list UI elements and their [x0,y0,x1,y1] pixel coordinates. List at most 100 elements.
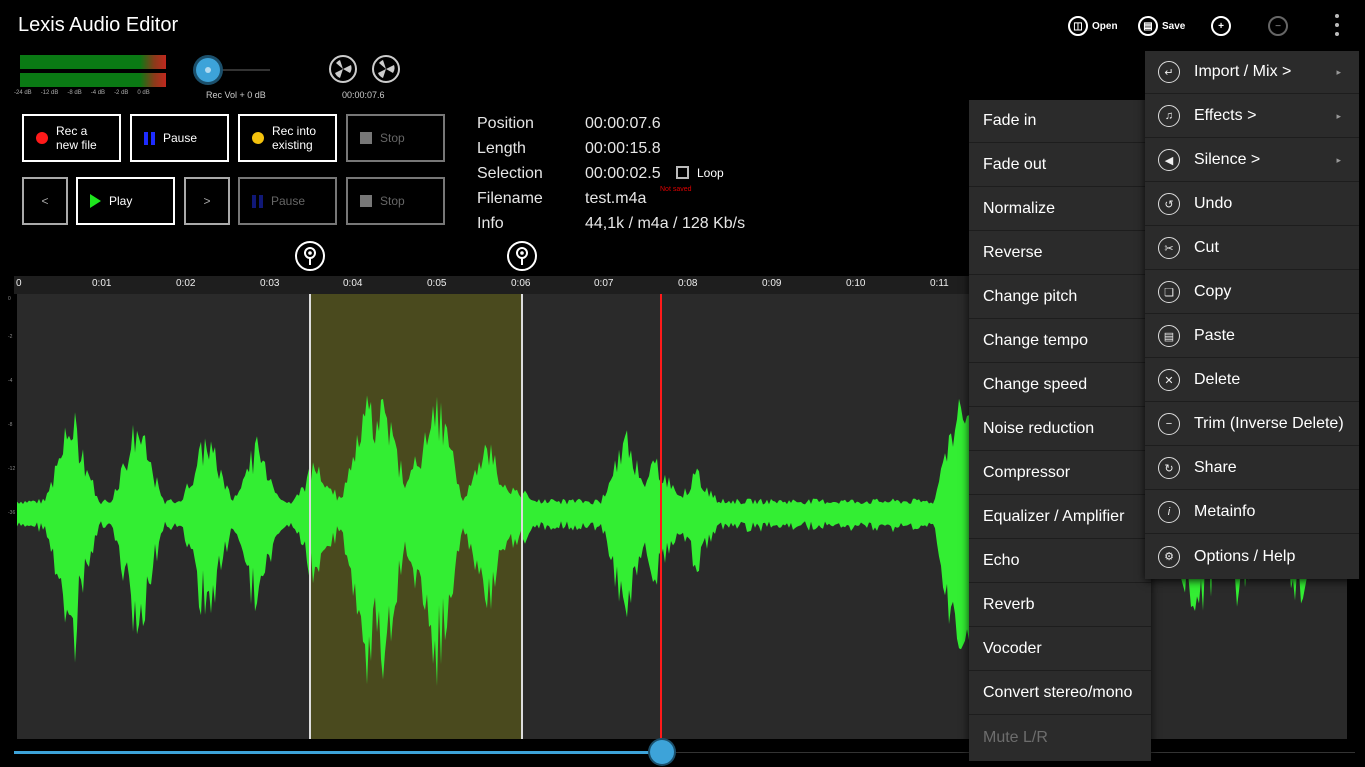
scroll-thumb[interactable] [650,740,674,764]
menu-item-label: Paste [1194,327,1235,344]
time-tick: 0:02 [176,278,196,289]
loop-label: Loop [697,166,724,180]
selection-start-marker[interactable] [295,241,325,271]
previous-button[interactable]: < [22,177,68,225]
menu-item-normalize[interactable]: Normalize [969,188,1151,231]
rec-existing-label: Rec into existing [272,124,317,152]
zoom-in-button[interactable]: + [1211,13,1231,39]
menu-item-share[interactable]: ↻ Share [1145,447,1359,490]
menu-item-copy[interactable]: ❏ Copy [1145,271,1359,314]
menu-item-reverse[interactable]: Reverse [969,232,1151,275]
gear-icon: ⚙ [1158,545,1180,568]
menu-item-convert-stereo-mono[interactable]: Convert stereo/mono [969,672,1151,715]
play-label: Play [109,194,133,208]
save-icon: ▤ [1138,16,1158,36]
menu-item-equalizer[interactable]: Equalizer / Amplifier [969,496,1151,539]
rec-into-existing-button[interactable]: Rec into existing [238,114,337,162]
share-icon: ↻ [1158,457,1180,479]
menu-item-import-mix[interactable]: ↵ Import / Mix > ▸ [1145,51,1359,94]
menu-item-metainfo[interactable]: i Metainfo [1145,491,1359,534]
stop-record-button[interactable]: Stop [346,114,445,162]
overflow-menu-icon[interactable] [1330,14,1344,36]
trim-icon: − [1158,413,1180,435]
tape-reel-icon [372,55,400,83]
menu-item-cut[interactable]: ✂ Cut [1145,227,1359,270]
loop-checkbox[interactable] [676,166,689,179]
time-tick: 0:07 [594,278,614,289]
db-axis-label: -2 [8,334,13,340]
submenu-arrow-icon: ▸ [1336,66,1341,77]
time-tick: 0:01 [92,278,112,289]
delete-icon: ✕ [1158,369,1180,391]
db-axis-label: -4 [8,378,13,384]
zoom-out-button[interactable]: − [1268,13,1288,39]
menu-item-label: Cut [1194,239,1219,256]
menu-item-label: Metainfo [1194,503,1256,520]
position-label: Position [477,115,534,132]
db-axis-label: -36 [8,510,16,516]
menu-item-label: Effects > [1194,107,1257,124]
rec-new-file-button[interactable]: Rec a new file [22,114,121,162]
menu-item-options-help[interactable]: ⚙ Options / Help [1145,535,1359,578]
length-label: Length [477,140,526,157]
menu-item-mute-lr[interactable]: Mute L/R [969,716,1151,759]
selection-start-line [309,294,311,739]
db-axis-label: -12 [8,466,16,472]
time-tick: 0 [16,278,22,289]
time-tick: 0:10 [846,278,866,289]
menu-item-reverb[interactable]: Reverb [969,584,1151,627]
play-button[interactable]: Play [76,177,175,225]
menu-item-fade-out[interactable]: Fade out [969,144,1151,187]
pause-record-button[interactable]: Pause [130,114,229,162]
pause-play-button[interactable]: Pause [238,177,337,225]
effects-submenu: Fade in Fade out Normalize Reverse Chang… [969,100,1151,761]
cut-icon: ✂ [1158,237,1180,259]
import-icon: ↵ [1158,61,1180,83]
menu-item-silence[interactable]: ◀ Silence > ▸ [1145,139,1359,182]
time-tick: 0:06 [511,278,531,289]
menu-item-paste[interactable]: ▤ Paste [1145,315,1359,358]
menu-item-effects[interactable]: ♫ Effects > ▸ [1145,95,1359,138]
menu-item-undo[interactable]: ↺ Undo [1145,183,1359,226]
db-scale-label: -8 dB [67,90,82,96]
open-button[interactable]: ◫ Open [1068,13,1118,39]
filename-value: test.m4a [585,190,647,207]
pause-play-label: Pause [271,194,306,208]
stop-play-button[interactable]: Stop [346,177,445,225]
stop-play-label: Stop [380,194,405,208]
db-scale: -24 dB -12 dB -8 dB -4 dB -2 dB 0 dB [14,90,150,96]
menu-item-noise-reduction[interactable]: Noise reduction [969,408,1151,451]
menu-item-fade-in[interactable]: Fade in [969,100,1151,143]
app-title: Lexis Audio Editor [18,14,179,36]
selection-end-line [521,294,523,739]
not-saved-indicator: Not saved [660,186,692,193]
menu-item-change-tempo[interactable]: Change tempo [969,320,1151,363]
next-button[interactable]: > [184,177,230,225]
info-value: 44,1k / m4a / 128 Kb/s [585,215,746,232]
time-tick: 0:11 [930,278,949,289]
zoom-in-icon: + [1211,16,1231,36]
level-meter-left [20,55,166,69]
time-tick: 0:08 [678,278,698,289]
menu-item-vocoder[interactable]: Vocoder [969,628,1151,671]
menu-item-change-pitch[interactable]: Change pitch [969,276,1151,319]
menu-item-delete[interactable]: ✕ Delete [1145,359,1359,402]
db-axis-label: -8 [8,422,13,428]
menu-item-echo[interactable]: Echo [969,540,1151,583]
db-scale-label: -24 dB [14,90,32,96]
pause-icon [252,194,263,208]
save-label: Save [1162,20,1186,32]
rec-volume-knob[interactable] [196,58,220,82]
rec-volume-label: Rec Vol + 0 dB [206,90,266,100]
info-icon: i [1158,501,1180,523]
menu-item-trim[interactable]: − Trim (Inverse Delete) [1145,403,1359,446]
menu-item-change-speed[interactable]: Change speed [969,364,1151,407]
pause-icon [144,131,155,145]
pause-record-label: Pause [163,131,198,145]
save-button[interactable]: ▤ Save [1138,13,1185,39]
playhead-line [660,294,662,739]
menu-item-compressor[interactable]: Compressor [969,452,1151,495]
tape-reel-icon [329,55,357,83]
selection-end-marker[interactable] [507,241,537,271]
rec-volume-track [220,69,270,71]
